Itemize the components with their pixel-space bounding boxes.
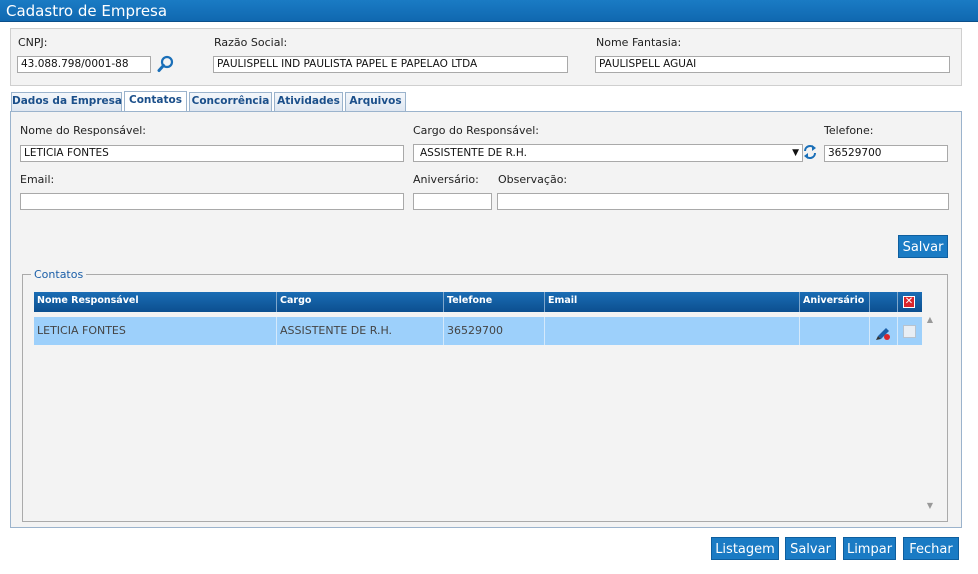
scroll-down-icon[interactable]: ▼	[923, 501, 937, 511]
cnpj-label: CNPJ:	[18, 36, 48, 49]
col-delete: ✕	[898, 292, 922, 312]
cargo-responsavel-select[interactable]: ASSISTENTE DE R.H. ▼	[413, 144, 803, 162]
delete-all-icon[interactable]: ✕	[903, 296, 915, 308]
tab-concorrencia[interactable]: Concorrência	[189, 92, 272, 111]
tab-dados-da-empresa[interactable]: Dados da Empresa	[11, 92, 122, 111]
cell-nome: LETICIA FONTES	[34, 317, 277, 345]
save-button[interactable]: Salvar	[785, 537, 836, 560]
telefone-label: Telefone:	[824, 124, 874, 137]
col-telefone[interactable]: Telefone	[444, 292, 545, 312]
grid-header: Nome Responsável Cargo Telefone Email An…	[34, 292, 922, 312]
razao-social-label: Razão Social:	[214, 36, 288, 49]
cargo-responsavel-label: Cargo do Responsável:	[413, 124, 540, 137]
email-label: Email:	[20, 173, 55, 186]
tab-contatos[interactable]: Contatos	[124, 91, 187, 111]
col-aniversario[interactable]: Aniversário	[800, 292, 870, 312]
nome-responsavel-field[interactable]: LETICIA FONTES	[20, 145, 404, 162]
col-edit	[870, 292, 898, 312]
cell-telefone: 36529700	[444, 317, 545, 345]
razao-social-field[interactable]: PAULISPELL IND PAULISTA PAPEL E PAPELAO …	[213, 56, 568, 73]
telefone-field[interactable]: 36529700	[824, 145, 948, 162]
cell-edit	[870, 317, 898, 345]
cell-cargo: ASSISTENTE DE R.H.	[277, 317, 444, 345]
cargo-selected-value: ASSISTENTE DE R.H.	[420, 147, 527, 159]
cell-select	[898, 317, 922, 345]
listagem-button[interactable]: Listagem	[711, 537, 779, 560]
nome-fantasia-label: Nome Fantasia:	[596, 36, 682, 49]
save-contact-button[interactable]: Salvar	[898, 235, 948, 258]
contatos-legend: Contatos	[31, 268, 87, 281]
table-row[interactable]: LETICIA FONTES ASSISTENTE DE R.H. 365297…	[34, 317, 922, 345]
edit-icon[interactable]	[875, 324, 891, 340]
tab-atividades[interactable]: Atividades	[274, 92, 343, 111]
select-arrow-icon: ▼	[792, 148, 799, 158]
scroll-up-icon[interactable]: ▲	[923, 315, 937, 325]
aniversario-field[interactable]	[413, 193, 492, 210]
cell-email	[545, 317, 800, 345]
cnpj-field[interactable]: 43.088.798/0001-88	[17, 56, 151, 73]
nome-responsavel-label: Nome do Responsável:	[20, 124, 146, 137]
col-email[interactable]: Email	[545, 292, 800, 312]
search-icon[interactable]	[157, 55, 175, 73]
aniversario-label: Aniversário:	[413, 173, 479, 186]
observacao-field[interactable]	[497, 193, 949, 210]
limpar-button[interactable]: Limpar	[843, 537, 896, 560]
observacao-label: Observação:	[498, 173, 568, 186]
col-cargo[interactable]: Cargo	[277, 292, 444, 312]
fechar-button[interactable]: Fechar	[903, 537, 959, 560]
tab-arquivos[interactable]: Arquivos	[345, 92, 406, 111]
refresh-icon[interactable]	[803, 144, 817, 160]
window-title: Cadastro de Empresa	[0, 0, 978, 22]
nome-fantasia-field[interactable]: PAULISPELL AGUAI	[595, 56, 950, 73]
checkbox-icon[interactable]	[903, 325, 916, 338]
col-nome-responsavel[interactable]: Nome Responsável	[34, 292, 277, 312]
grid-scrollbar[interactable]: ▲ ▼	[923, 315, 937, 511]
email-field[interactable]	[20, 193, 404, 210]
cell-aniversario	[800, 317, 870, 345]
